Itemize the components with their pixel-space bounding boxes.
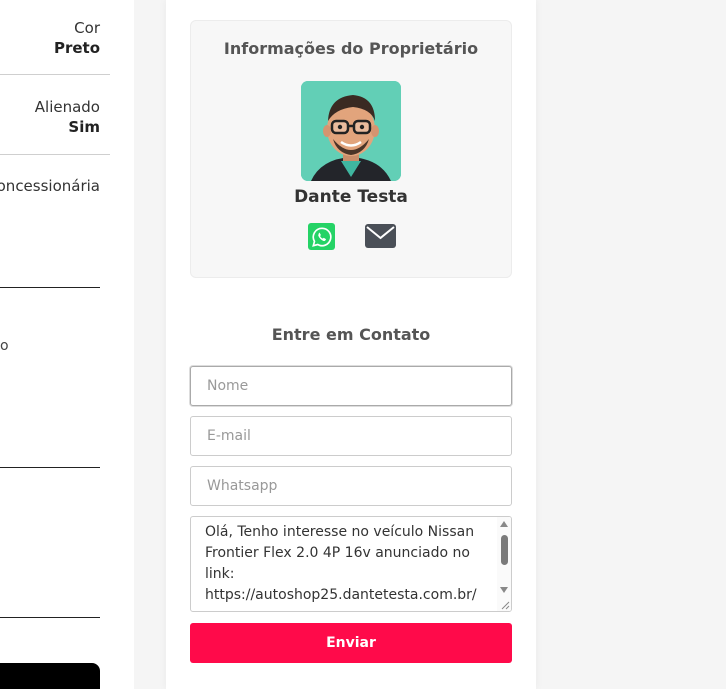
vehicle-specs-column: Cor Preto Alienado Sim Concessionária o <box>0 0 134 689</box>
spec-concessionaria: Concessionária <box>0 177 100 195</box>
message-text[interactable]: Olá, Tenho interesse no veículo Nissan F… <box>191 517 497 611</box>
email-input[interactable] <box>190 416 512 456</box>
divider <box>0 287 100 288</box>
scrollbar[interactable] <box>497 517 511 611</box>
divider <box>0 74 110 75</box>
avatar-image <box>301 81 401 181</box>
spec-concessionaria-label: Concessionária <box>0 177 100 195</box>
spec-cor: Cor Preto <box>54 19 100 57</box>
avatar <box>301 81 401 181</box>
spec-cor-label: Cor <box>74 19 100 37</box>
email-icon[interactable] <box>365 224 396 248</box>
spec-alienado-value: Sim <box>68 118 100 136</box>
owner-card: Informações do Proprietário Dante Testa <box>190 20 512 278</box>
scroll-down-icon[interactable] <box>500 587 508 593</box>
spec-alienado: Alienado Sim <box>35 98 100 136</box>
spec-cor-value: Preto <box>53 39 100 57</box>
black-action-button[interactable] <box>0 663 100 689</box>
divider <box>0 467 100 468</box>
sidebar-panel: Informações do Proprietário Dante Testa … <box>166 0 536 689</box>
name-input[interactable] <box>190 366 512 406</box>
whatsapp-input[interactable] <box>190 466 512 506</box>
truncated-text: o <box>0 338 9 354</box>
divider <box>0 617 100 618</box>
owner-card-title: Informações do Proprietário <box>223 39 479 58</box>
resize-handle-icon[interactable] <box>500 600 510 610</box>
spec-alienado-label: Alienado <box>34 98 100 116</box>
owner-name: Dante Testa <box>294 187 408 207</box>
divider <box>0 154 110 155</box>
send-button[interactable]: Enviar <box>190 623 512 663</box>
scroll-up-icon[interactable] <box>500 521 508 527</box>
contact-title: Entre em Contato <box>271 325 431 344</box>
whatsapp-icon[interactable] <box>308 223 335 250</box>
message-textarea[interactable]: Olá, Tenho interesse no veículo Nissan F… <box>190 516 512 612</box>
scroll-thumb[interactable] <box>501 535 508 565</box>
